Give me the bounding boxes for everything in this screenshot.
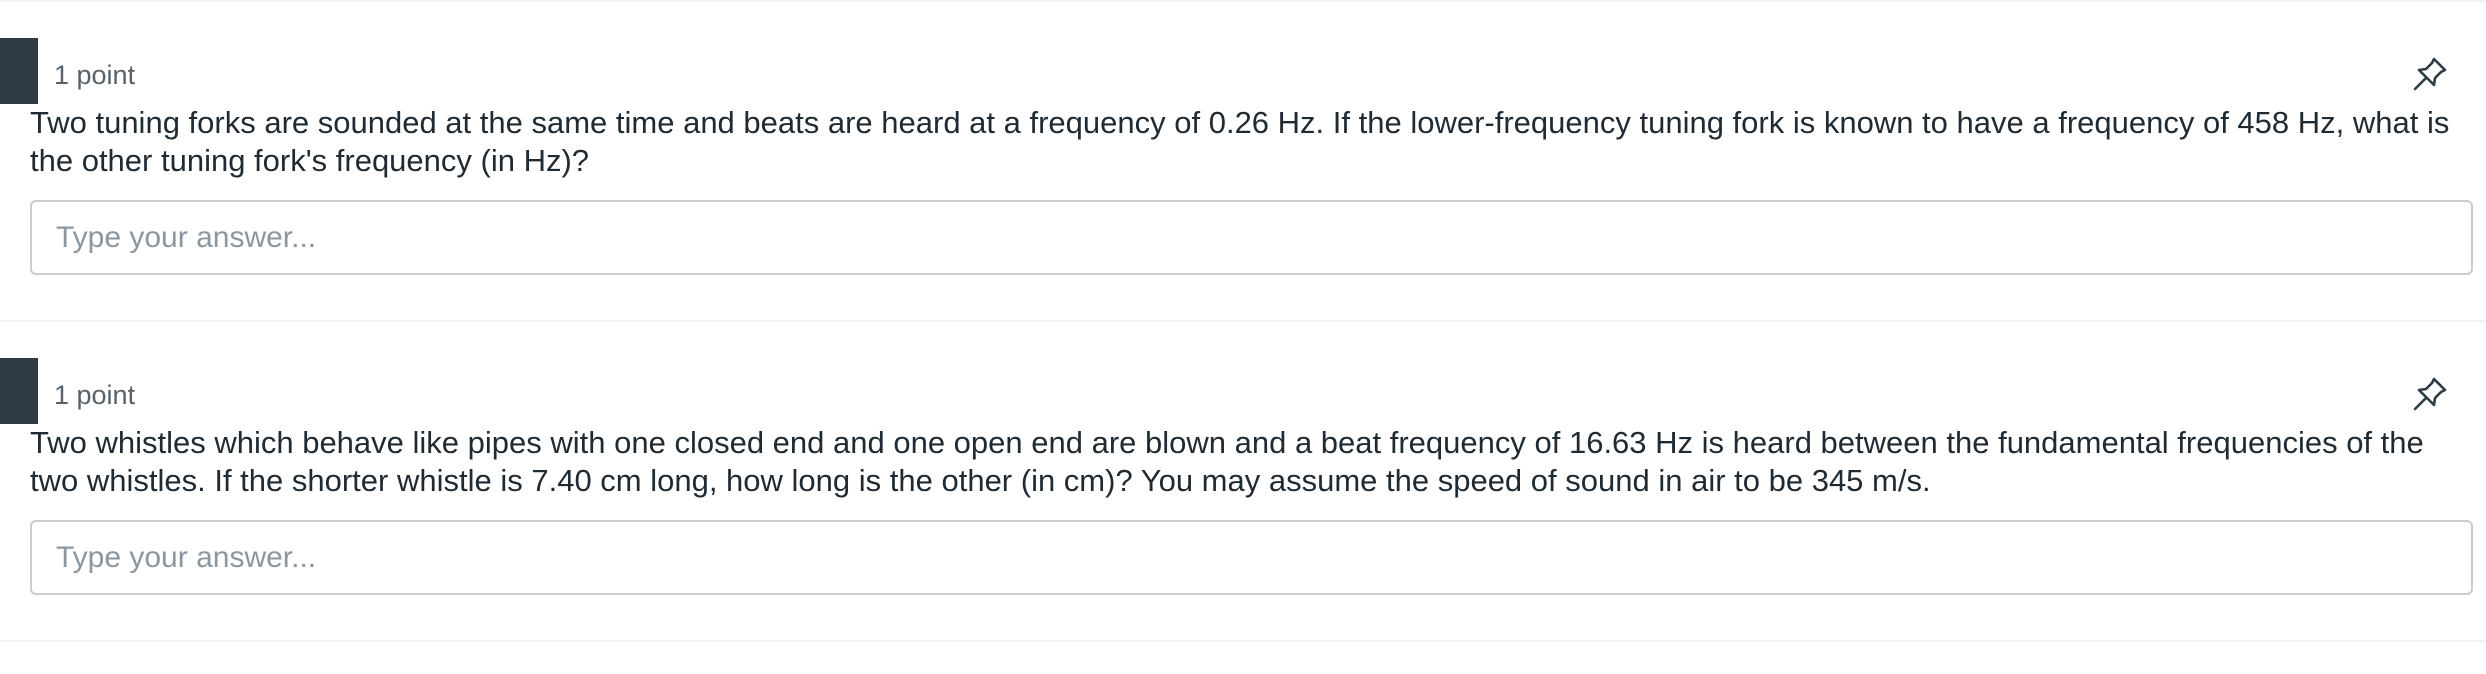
question-marker: [0, 38, 38, 104]
question-marker: [0, 358, 38, 424]
pin-icon[interactable]: [2410, 374, 2450, 414]
question-card-1: 1 point Two tuning forks are sounded at …: [0, 38, 2486, 308]
question-text: Two tuning forks are sounded at the same…: [30, 105, 2450, 178]
question-card-2: 1 point Two whistles which behave like p…: [0, 358, 2486, 628]
question-points: 1 point: [54, 60, 136, 90]
divider: [0, 0, 2486, 2]
question-points: 1 point: [54, 380, 136, 410]
answer-input[interactable]: [30, 520, 2473, 595]
divider: [0, 640, 2486, 642]
question-text: Two whistles which behave like pipes wit…: [30, 425, 2424, 498]
divider: [0, 320, 2486, 322]
answer-input[interactable]: [30, 200, 2473, 275]
pin-icon[interactable]: [2410, 54, 2450, 94]
quiz-page: 1 point Two tuning forks are sounded at …: [0, 0, 2486, 674]
